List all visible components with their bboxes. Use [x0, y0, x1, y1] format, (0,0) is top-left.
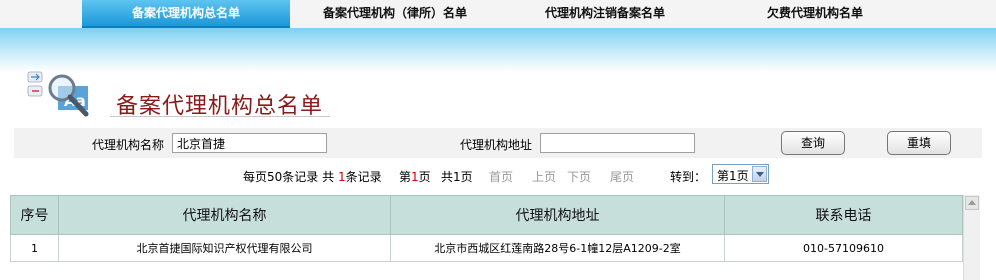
current-page: 第1页	[399, 170, 431, 184]
records-summary: 每页50条记录 共 1条记录	[243, 170, 382, 184]
reset-button[interactable]: 重填	[887, 131, 951, 155]
scroll-up-icon[interactable]	[965, 196, 979, 210]
agency-name-label: 代理机构名称	[92, 138, 165, 152]
tab-cancelled-agencies[interactable]: 代理机构注销备案名单	[500, 0, 710, 28]
cell-phone: 010-57109610	[724, 234, 963, 262]
header-band-fade	[0, 62, 996, 72]
goto-page-select[interactable]: 第1页	[712, 164, 769, 184]
cell-index: 1	[10, 234, 59, 262]
tab-arrears-agencies[interactable]: 欠费代理机构名单	[710, 0, 920, 28]
next-page-link[interactable]: 下页	[567, 168, 591, 185]
prev-page-link[interactable]: 上页	[532, 168, 556, 185]
search-magnifier-icon: Aa	[27, 71, 89, 117]
query-button[interactable]: 查询	[781, 131, 845, 155]
first-page-link[interactable]: 首页	[489, 168, 513, 185]
chevron-down-icon[interactable]	[752, 166, 767, 182]
cell-agency-address: 北京市西城区红莲南路28号6-1幢12层A1209-2室	[390, 234, 725, 262]
agency-address-label: 代理机构地址	[460, 138, 533, 152]
header-band	[0, 28, 996, 62]
title-underline	[110, 116, 330, 117]
column-header-phone: 联系电话	[724, 195, 963, 235]
table-row: 1 北京首捷国际知识产权代理有限公司 北京市西城区红莲南路28号6-1幢12层A…	[10, 234, 963, 262]
vertical-scrollbar[interactable]	[963, 195, 980, 280]
goto-label: 转到：	[670, 170, 707, 184]
agency-address-input[interactable]	[540, 133, 695, 153]
top-nav: 备案代理机构总名单 备案代理机构（律所）名单 代理机构注销备案名单 欠费代理机构…	[0, 0, 996, 28]
total-pages: 共1页	[441, 170, 473, 184]
agency-table: 序号 代理机构名称 代理机构地址 联系电话 1 北京首捷国际知识产权代理有限公司…	[10, 195, 963, 262]
column-header-index: 序号	[10, 195, 59, 235]
column-header-name: 代理机构名称	[58, 195, 391, 235]
last-page-link[interactable]: 尾页	[610, 168, 634, 185]
column-header-address: 代理机构地址	[390, 195, 725, 235]
goto-page-value: 第1页	[717, 169, 749, 183]
cell-agency-name: 北京首捷国际知识产权代理有限公司	[58, 234, 391, 262]
agency-name-input[interactable]	[172, 133, 327, 153]
tab-all-agencies[interactable]: 备案代理机构总名单	[82, 0, 290, 28]
table-header-row: 序号 代理机构名称 代理机构地址 联系电话	[10, 195, 963, 235]
tab-law-firm-agencies[interactable]: 备案代理机构（律所）名单	[290, 0, 500, 28]
